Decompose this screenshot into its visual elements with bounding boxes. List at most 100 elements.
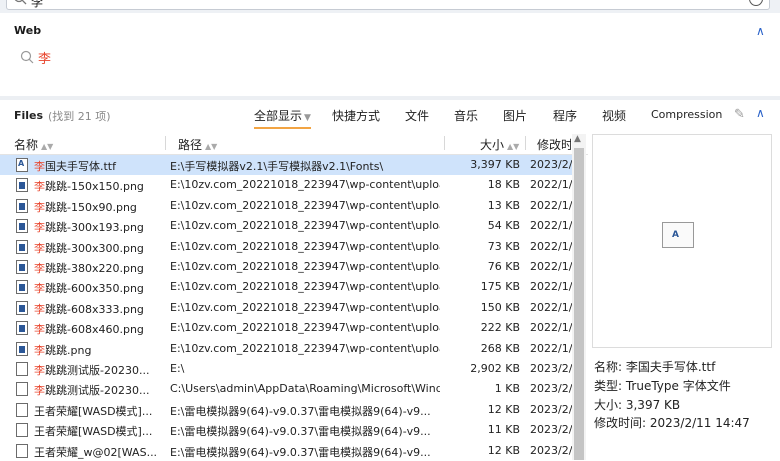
file-size: 175 KB: [480, 280, 520, 294]
file-path: E:\10zv.com_20221018_223947\wp-content\u…: [170, 239, 440, 253]
file-name: 李跳跳-380x220.png: [34, 260, 164, 276]
preview-modified: 修改时间: 2023/2/11 14:47: [594, 416, 750, 430]
column-name[interactable]: 名称 ▲▼: [14, 136, 53, 153]
file-name-text: 跳跳-380x220.png: [45, 262, 144, 275]
column-divider[interactable]: [525, 136, 526, 150]
table-row[interactable]: 王者荣耀[WASD模式]... E:\雷电模拟器9(64)-v9.0.37\雷电模…: [0, 420, 572, 440]
edit-icon[interactable]: ✎: [734, 107, 745, 122]
tab-compression[interactable]: Compression: [651, 108, 722, 121]
web-result-label: 李: [38, 51, 52, 67]
match-highlight: 李: [34, 180, 45, 194]
file-modified: 2023/2/: [530, 423, 572, 437]
collapse-web-icon[interactable]: ∧: [756, 24, 765, 38]
table-row[interactable]: 李跳跳测试版-20230... C:\Users\admin\AppData\Ro…: [0, 379, 572, 399]
file-size: 2,902 KB: [470, 362, 520, 375]
match-highlight: 李: [34, 262, 45, 275]
tab-files[interactable]: 文件: [405, 107, 429, 124]
file-name-text: 跳跳.png: [45, 343, 92, 357]
file-size: 12 KB: [487, 402, 520, 416]
search-icon: [20, 50, 34, 64]
file-modified: 2022/1/: [530, 239, 572, 253]
match-highlight: 李: [34, 323, 45, 337]
file-name-text: 跳跳-300x193.png: [45, 221, 144, 235]
preview-type: 类型: TrueType 字体文件: [594, 379, 731, 393]
image-file-icon: [16, 280, 28, 295]
match-highlight: 李: [34, 160, 45, 173]
search-query: 李: [31, 0, 44, 9]
file-name: 李跳跳-300x300.png: [34, 240, 164, 256]
column-divider[interactable]: [444, 136, 445, 150]
scroll-up-icon[interactable]: ▲: [574, 134, 581, 144]
file-name: 李跳跳测试版-20230...: [34, 362, 164, 378]
file-path: E:\10zv.com_20221018_223947\wp-content\u…: [170, 198, 440, 212]
file-modified: 2022/1/: [530, 260, 572, 273]
table-row[interactable]: 李跳跳-608x333.png E:\10zv.com_20221018_2239…: [0, 298, 572, 318]
match-highlight: 李: [34, 384, 45, 398]
sort-icon: ▲▼: [205, 142, 218, 151]
match-highlight: 李: [34, 200, 45, 214]
web-result[interactable]: 李: [20, 49, 52, 67]
tab-show-all[interactable]: 全部显示 ▼: [254, 107, 311, 129]
table-row[interactable]: 李跳跳-150x150.png E:\10zv.com_20221018_2239…: [0, 175, 572, 195]
file-path: E:\雷电模拟器9(64)-v9.0.37\雷电模拟器9(64)-v9...: [170, 404, 431, 418]
file-name-text: 王者荣耀[WASD模式]...: [34, 404, 153, 418]
file-path: E:\10zv.com_20221018_223947\wp-content\u…: [170, 260, 440, 273]
file-name-text: 跳跳-608x460.png: [45, 323, 144, 337]
table-row[interactable]: 李跳跳-600x350.png E:\10zv.com_20221018_2239…: [0, 277, 572, 297]
file-path: E:\: [170, 362, 185, 375]
table-row[interactable]: 李跳跳测试版-20230... E:\ 2,902 KB 2023/2/: [0, 359, 572, 379]
scrollbar-thumb[interactable]: [574, 148, 584, 460]
match-highlight: 李: [34, 343, 45, 357]
column-path[interactable]: 路径 ▲▼: [178, 136, 217, 153]
chevron-down-icon: ▼: [304, 113, 311, 123]
file-name-text: 王者荣耀_w@02[WAS...: [34, 445, 158, 459]
file-modified: 2022/1/: [530, 280, 572, 294]
tab-images[interactable]: 图片: [503, 107, 527, 124]
table-row[interactable]: 李跳跳.png E:\10zv.com_20221018_223947\wp-co…: [0, 339, 572, 359]
table-row[interactable]: 李跳跳-608x460.png E:\10zv.com_20221018_2239…: [0, 318, 572, 338]
file-path: E:\10zv.com_20221018_223947\wp-content\u…: [170, 219, 440, 233]
table-row[interactable]: 王者荣耀[WASD模式]... E:\雷电模拟器9(64)-v9.0.37\雷电模…: [0, 400, 572, 420]
file-icon: [16, 443, 28, 458]
preview-size: 大小: 3,397 KB: [594, 398, 681, 412]
match-highlight: 李: [34, 282, 45, 296]
collapse-files-icon[interactable]: ∧: [756, 106, 765, 120]
files-section-title: Files: [14, 109, 44, 122]
tab-music[interactable]: 音乐: [454, 107, 478, 124]
tab-shortcuts[interactable]: 快捷方式: [332, 107, 380, 124]
file-name-text: 跳跳-150x150.png: [45, 180, 144, 194]
file-path: E:\10zv.com_20221018_223947\wp-content\u…: [170, 178, 440, 192]
column-modified[interactable]: 修改时: [537, 136, 571, 153]
tab-videos[interactable]: 视频: [602, 107, 626, 124]
table-row[interactable]: 李跳跳-150x90.png E:\10zv.com_20221018_22394…: [0, 196, 572, 216]
table-row[interactable]: 李跳跳-300x193.png E:\10zv.com_20221018_2239…: [0, 216, 572, 236]
search-input[interactable]: 李: [6, 0, 770, 10]
column-size[interactable]: 大小 ▲▼: [480, 136, 519, 153]
file-path: E:\雷电模拟器9(64)-v9.0.37\雷电模拟器9(64)-v9...: [170, 425, 431, 439]
font-file-icon: A: [662, 222, 694, 248]
file-size: 54 KB: [487, 219, 520, 233]
tab-programs[interactable]: 程序: [553, 107, 577, 124]
table-row[interactable]: 王者荣耀_w@02[WAS... E:\雷电模拟器9(64)-v9.0.37\雷电…: [0, 441, 572, 461]
file-path: E:\手写模拟器v2.1\手写模拟器v2.1\Fonts\: [170, 160, 384, 173]
match-highlight: 李: [34, 221, 45, 235]
sort-icon: ▲▼: [41, 142, 54, 151]
column-divider[interactable]: [165, 136, 166, 150]
file-size: 12 KB: [487, 443, 520, 457]
file-size: 222 KB: [480, 321, 520, 335]
table-row[interactable]: 李跳跳-380x220.png E:\10zv.com_20221018_2239…: [0, 257, 572, 277]
table-row[interactable]: 李跳跳-300x300.png E:\10zv.com_20221018_2239…: [0, 237, 572, 257]
file-path: E:\10zv.com_20221018_223947\wp-content\u…: [170, 341, 440, 355]
clear-search-icon[interactable]: [749, 0, 763, 6]
file-name: 李跳跳-608x460.png: [34, 321, 164, 337]
image-file-icon: [16, 341, 28, 356]
file-size: 3,397 KB: [470, 158, 520, 171]
file-icon: [16, 402, 28, 417]
table-row[interactable]: 李国夫手写体.ttf E:\手写模拟器v2.1\手写模拟器v2.1\Fonts\ 3…: [0, 155, 572, 175]
image-file-icon: [16, 198, 28, 213]
files-result-count: (找到 21 项): [48, 110, 111, 123]
match-highlight: 李: [34, 302, 45, 316]
file-name: 李跳跳-600x350.png: [34, 280, 164, 296]
font-file-icon: [16, 158, 28, 172]
file-name: 李国夫手写体.ttf: [34, 158, 164, 174]
